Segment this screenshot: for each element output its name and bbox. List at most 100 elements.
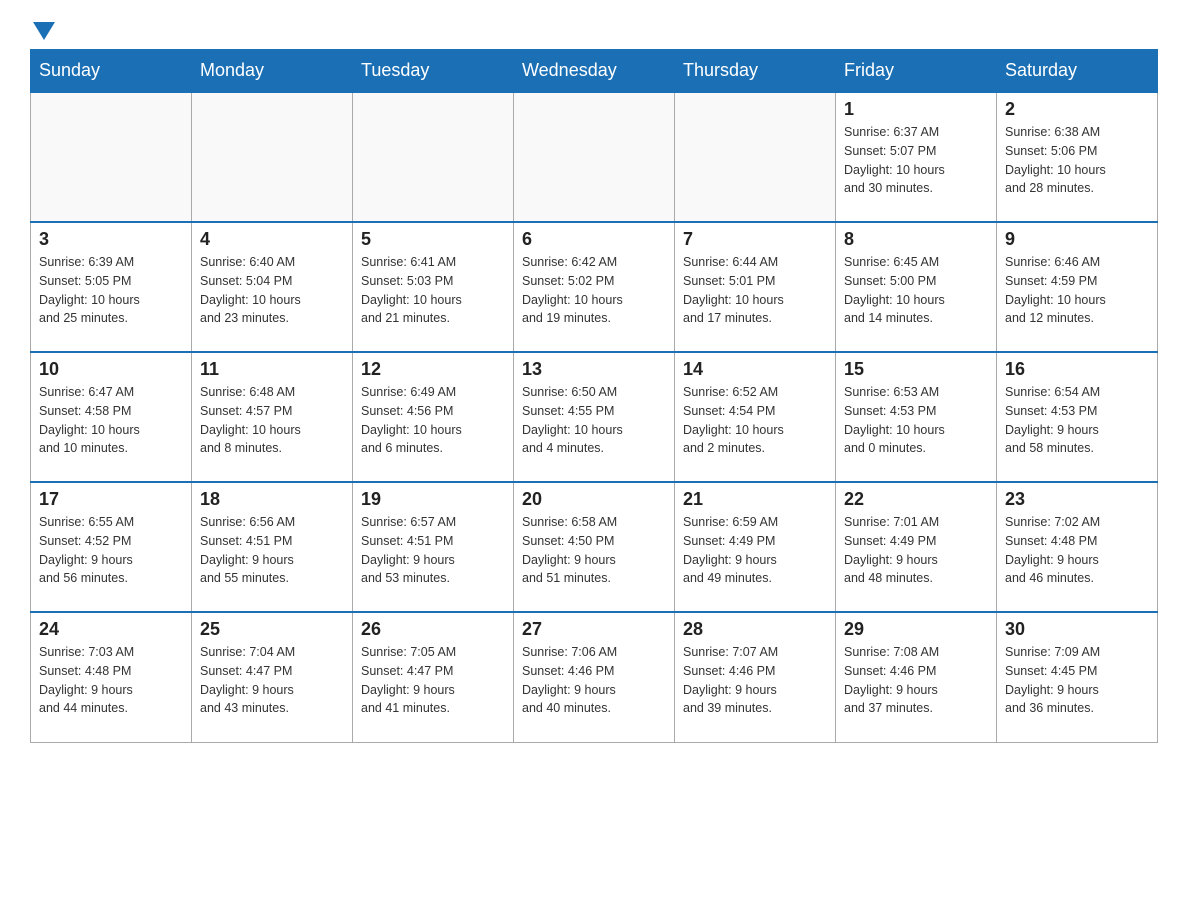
calendar-cell-week5-day1: 24 Sunrise: 7:03 AM Sunset: 4:48 PM Dayli… [31,612,192,742]
calendar-cell-week2-day5: 7 Sunrise: 6:44 AM Sunset: 5:01 PM Daylig… [675,222,836,352]
day-number: 27 [522,619,666,640]
calendar-cell-week2-day1: 3Sunrise: 6:39 AM Sunset: 5:05 PM Daylig… [31,222,192,352]
day-number: 20 [522,489,666,510]
day-info: Sunrise: 6:57 AM Sunset: 4:51 PM Dayligh… [361,513,505,588]
day-number: 10 [39,359,183,380]
day-info: Sunrise: 6:44 AM Sunset: 5:01 PM Dayligh… [683,253,827,328]
day-number: 9 [1005,229,1149,250]
calendar-table: SundayMondayTuesdayWednesdayThursdayFrid… [30,49,1158,743]
day-info: Sunrise: 6:38 AM Sunset: 5:06 PM Dayligh… [1005,123,1149,198]
day-number: 29 [844,619,988,640]
day-info: Sunrise: 7:02 AM Sunset: 4:48 PM Dayligh… [1005,513,1149,588]
calendar-cell-week5-day4: 27 Sunrise: 7:06 AM Sunset: 4:46 PM Dayli… [514,612,675,742]
day-info: Sunrise: 6:56 AM Sunset: 4:51 PM Dayligh… [200,513,344,588]
day-number: 3 [39,229,183,250]
day-info: Sunrise: 6:54 AM Sunset: 4:53 PM Dayligh… [1005,383,1149,458]
calendar-cell-week5-day5: 28 Sunrise: 7:07 AM Sunset: 4:46 PM Dayli… [675,612,836,742]
day-number: 4 [200,229,344,250]
day-number: 7 [683,229,827,250]
calendar-cell-week5-day3: 26 Sunrise: 7:05 AM Sunset: 4:47 PM Dayli… [353,612,514,742]
day-info: Sunrise: 7:06 AM Sunset: 4:46 PM Dayligh… [522,643,666,718]
calendar-cell-week4-day1: 17 Sunrise: 6:55 AM Sunset: 4:52 PM Dayli… [31,482,192,612]
day-number: 26 [361,619,505,640]
day-info: Sunrise: 6:53 AM Sunset: 4:53 PM Dayligh… [844,383,988,458]
day-info: Sunrise: 7:03 AM Sunset: 4:48 PM Dayligh… [39,643,183,718]
calendar-cell-week1-day3 [353,92,514,222]
calendar-cell-week4-day3: 19 Sunrise: 6:57 AM Sunset: 4:51 PM Dayli… [353,482,514,612]
weekday-header-thursday: Thursday [675,50,836,93]
calendar-cell-week1-day1 [31,92,192,222]
day-info: Sunrise: 6:49 AM Sunset: 4:56 PM Dayligh… [361,383,505,458]
calendar-cell-week3-day7: 16 Sunrise: 6:54 AM Sunset: 4:53 PM Dayli… [997,352,1158,482]
day-info: Sunrise: 6:37 AM Sunset: 5:07 PM Dayligh… [844,123,988,198]
day-info: Sunrise: 6:41 AM Sunset: 5:03 PM Dayligh… [361,253,505,328]
day-info: Sunrise: 6:58 AM Sunset: 4:50 PM Dayligh… [522,513,666,588]
day-info: Sunrise: 6:48 AM Sunset: 4:57 PM Dayligh… [200,383,344,458]
day-number: 28 [683,619,827,640]
calendar-cell-week3-day4: 13 Sunrise: 6:50 AM Sunset: 4:55 PM Dayli… [514,352,675,482]
weekday-header-saturday: Saturday [997,50,1158,93]
day-number: 30 [1005,619,1149,640]
calendar-cell-week1-day5 [675,92,836,222]
calendar-cell-week2-day2: 4Sunrise: 6:40 AM Sunset: 5:04 PM Daylig… [192,222,353,352]
calendar-cell-week1-day2 [192,92,353,222]
calendar-cell-week2-day6: 8 Sunrise: 6:45 AM Sunset: 5:00 PM Daylig… [836,222,997,352]
calendar-cell-week1-day4 [514,92,675,222]
day-number: 11 [200,359,344,380]
weekday-header-friday: Friday [836,50,997,93]
calendar-cell-week1-day7: 2 Sunrise: 6:38 AM Sunset: 5:06 PM Daylig… [997,92,1158,222]
day-number: 13 [522,359,666,380]
day-number: 5 [361,229,505,250]
day-info: Sunrise: 7:05 AM Sunset: 4:47 PM Dayligh… [361,643,505,718]
day-number: 22 [844,489,988,510]
day-number: 16 [1005,359,1149,380]
day-number: 24 [39,619,183,640]
week-row-3: 10 Sunrise: 6:47 AM Sunset: 4:58 PM Dayli… [31,352,1158,482]
day-info: Sunrise: 6:59 AM Sunset: 4:49 PM Dayligh… [683,513,827,588]
calendar-cell-week4-day6: 22 Sunrise: 7:01 AM Sunset: 4:49 PM Dayli… [836,482,997,612]
day-info: Sunrise: 6:50 AM Sunset: 4:55 PM Dayligh… [522,383,666,458]
weekday-header-monday: Monday [192,50,353,93]
weekday-header-wednesday: Wednesday [514,50,675,93]
page-header [30,20,1158,39]
day-number: 12 [361,359,505,380]
day-number: 18 [200,489,344,510]
day-info: Sunrise: 7:08 AM Sunset: 4:46 PM Dayligh… [844,643,988,718]
logo-triangle-icon [33,22,55,45]
weekday-header-row: SundayMondayTuesdayWednesdayThursdayFrid… [31,50,1158,93]
day-number: 19 [361,489,505,510]
week-row-5: 24 Sunrise: 7:03 AM Sunset: 4:48 PM Dayli… [31,612,1158,742]
week-row-4: 17 Sunrise: 6:55 AM Sunset: 4:52 PM Dayli… [31,482,1158,612]
calendar-cell-week2-day4: 6Sunrise: 6:42 AM Sunset: 5:02 PM Daylig… [514,222,675,352]
logo [30,20,55,39]
calendar-cell-week5-day7: 30 Sunrise: 7:09 AM Sunset: 4:45 PM Dayli… [997,612,1158,742]
calendar-cell-week4-day4: 20 Sunrise: 6:58 AM Sunset: 4:50 PM Dayli… [514,482,675,612]
day-info: Sunrise: 7:09 AM Sunset: 4:45 PM Dayligh… [1005,643,1149,718]
day-number: 14 [683,359,827,380]
calendar-cell-week3-day1: 10 Sunrise: 6:47 AM Sunset: 4:58 PM Dayli… [31,352,192,482]
day-info: Sunrise: 6:55 AM Sunset: 4:52 PM Dayligh… [39,513,183,588]
day-info: Sunrise: 6:42 AM Sunset: 5:02 PM Dayligh… [522,253,666,328]
day-info: Sunrise: 7:04 AM Sunset: 4:47 PM Dayligh… [200,643,344,718]
calendar-cell-week4-day5: 21Sunrise: 6:59 AM Sunset: 4:49 PM Dayli… [675,482,836,612]
calendar-cell-week3-day2: 11 Sunrise: 6:48 AM Sunset: 4:57 PM Dayli… [192,352,353,482]
day-info: Sunrise: 6:47 AM Sunset: 4:58 PM Dayligh… [39,383,183,458]
week-row-1: 1 Sunrise: 6:37 AM Sunset: 5:07 PM Daylig… [31,92,1158,222]
day-info: Sunrise: 6:45 AM Sunset: 5:00 PM Dayligh… [844,253,988,328]
day-number: 1 [844,99,988,120]
calendar-cell-week2-day3: 5 Sunrise: 6:41 AM Sunset: 5:03 PM Daylig… [353,222,514,352]
calendar-cell-week3-day3: 12 Sunrise: 6:49 AM Sunset: 4:56 PM Dayli… [353,352,514,482]
calendar-cell-week4-day2: 18 Sunrise: 6:56 AM Sunset: 4:51 PM Dayli… [192,482,353,612]
calendar-cell-week3-day6: 15Sunrise: 6:53 AM Sunset: 4:53 PM Dayli… [836,352,997,482]
weekday-header-tuesday: Tuesday [353,50,514,93]
day-info: Sunrise: 7:01 AM Sunset: 4:49 PM Dayligh… [844,513,988,588]
calendar-cell-week5-day6: 29 Sunrise: 7:08 AM Sunset: 4:46 PM Dayli… [836,612,997,742]
day-number: 2 [1005,99,1149,120]
day-number: 17 [39,489,183,510]
calendar-cell-week4-day7: 23Sunrise: 7:02 AM Sunset: 4:48 PM Dayli… [997,482,1158,612]
calendar-cell-week1-day6: 1 Sunrise: 6:37 AM Sunset: 5:07 PM Daylig… [836,92,997,222]
day-number: 8 [844,229,988,250]
day-info: Sunrise: 6:52 AM Sunset: 4:54 PM Dayligh… [683,383,827,458]
day-info: Sunrise: 7:07 AM Sunset: 4:46 PM Dayligh… [683,643,827,718]
calendar-cell-week3-day5: 14 Sunrise: 6:52 AM Sunset: 4:54 PM Dayli… [675,352,836,482]
